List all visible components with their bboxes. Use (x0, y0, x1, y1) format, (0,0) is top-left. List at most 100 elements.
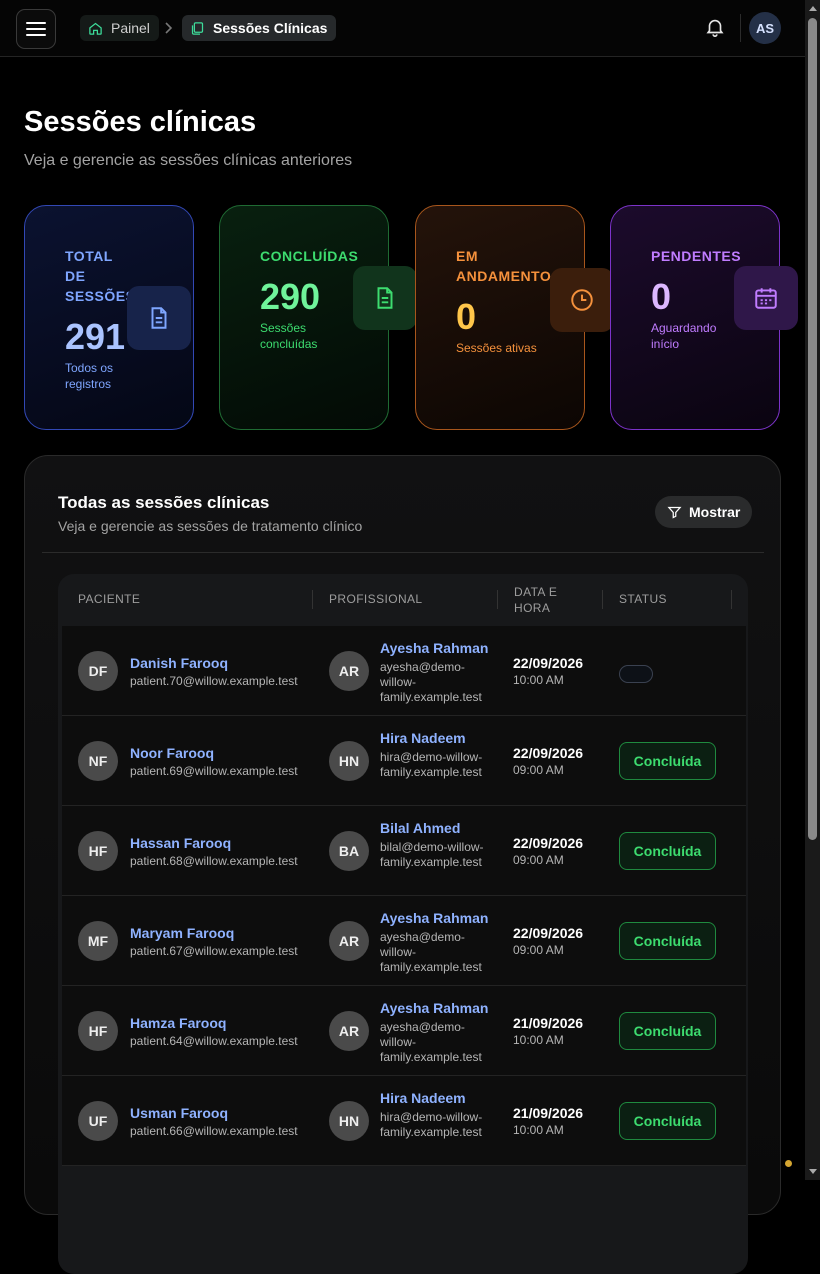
scroll-down-arrow-icon[interactable] (809, 1169, 817, 1174)
patient-email: patient.64@willow.example.test (130, 1034, 298, 1048)
document-icon (377, 287, 393, 309)
filter-button-label: Mostrar (689, 504, 741, 520)
stat-description: Sessões concluídas (260, 321, 318, 351)
professional-email: hira@demo-willow-family.example.test (380, 1110, 483, 1139)
patient-name[interactable]: Danish Farooq (130, 655, 228, 671)
table-row[interactable]: DF Danish Farooq patient.70@willow.examp… (62, 626, 746, 716)
chevron-right-icon (165, 22, 173, 34)
patient-name[interactable]: Hamza Farooq (130, 1015, 226, 1031)
breadcrumb-home-label: Painel (111, 20, 150, 36)
table-row[interactable]: HF Hassan Farooq patient.68@willow.examp… (62, 806, 746, 896)
stat-icon-box (127, 286, 191, 350)
stat-card-total: TOTAL DE SESSÕES 291 Todos os registros (24, 205, 194, 430)
table-body: DF Danish Farooq patient.70@willow.examp… (62, 626, 746, 1166)
patient-email: patient.67@willow.example.test (130, 944, 298, 958)
session-time: 09:00 AM (513, 763, 564, 777)
stat-label: TOTAL DE SESSÕES (65, 248, 136, 304)
stat-icon-box (353, 266, 417, 330)
stat-label: CONCLUÍDAS (260, 248, 359, 264)
divider (42, 552, 764, 553)
scrollbar-thumb[interactable] (808, 18, 817, 840)
column-separator (602, 590, 603, 609)
patient-avatar: UF (78, 1101, 118, 1141)
patient-name[interactable]: Maryam Farooq (130, 925, 234, 941)
patient-email: patient.66@willow.example.test (130, 1124, 298, 1138)
professional-name[interactable]: Bilal Ahmed (380, 820, 460, 836)
stat-value: 0 (651, 276, 672, 317)
stat-label: PENDENTES (651, 248, 742, 264)
page-subtitle: Veja e gerencie as sessões clínicas ante… (24, 152, 353, 169)
patient-name[interactable]: Noor Farooq (130, 745, 214, 761)
column-separator (731, 590, 732, 609)
professional-name[interactable]: Ayesha Rahman (380, 1000, 488, 1016)
filter-icon (667, 506, 682, 519)
professional-name[interactable]: Ayesha Rahman (380, 640, 488, 656)
session-time: 10:00 AM (513, 673, 564, 687)
stat-icon-box (550, 268, 614, 332)
stat-description: Todos os registros (65, 361, 114, 391)
patient-avatar: DF (78, 651, 118, 691)
professional-name[interactable]: Hira Nadeem (380, 730, 466, 746)
stat-description: Aguardando início (651, 321, 717, 351)
filter-button[interactable]: Mostrar (655, 496, 753, 528)
user-avatar[interactable]: AS (749, 12, 781, 44)
status-badge: Concluída (619, 742, 716, 780)
sessions-subtitle: Veja e gerencie as sessões de tratamento… (58, 518, 363, 534)
top-bar: Painel Sessões Clínicas AS (0, 0, 805, 57)
status-badge: Concluída (619, 1012, 716, 1050)
column-header-datetime[interactable]: DATA E HORA (514, 584, 574, 616)
patient-name[interactable]: Usman Farooq (130, 1105, 228, 1121)
session-date: 22/09/2026 (513, 655, 584, 671)
clock-icon (571, 289, 593, 311)
patient-avatar: HF (78, 831, 118, 871)
professional-name[interactable]: Ayesha Rahman (380, 910, 488, 926)
table-row[interactable]: UF Usman Farooq patient.66@willow.exampl… (62, 1076, 746, 1166)
patient-email: patient.70@willow.example.test (130, 674, 298, 688)
documents-icon (191, 21, 204, 35)
stat-value: 291 (65, 316, 126, 357)
menu-button[interactable] (16, 9, 56, 49)
status-badge: Concluída (619, 832, 716, 870)
patient-avatar: HF (78, 1011, 118, 1051)
column-header-patient[interactable]: PACIENTE (78, 591, 140, 607)
stat-card-completed: CONCLUÍDAS 290 Sessões concluídas (219, 205, 417, 430)
scroll-up-arrow-icon[interactable] (809, 6, 817, 11)
professional-email: ayesha@demo-willow-family.example.test (380, 660, 482, 704)
table-row[interactable]: MF Maryam Farooq patient.67@willow.examp… (62, 896, 746, 986)
breadcrumb-current[interactable]: Sessões Clínicas (182, 15, 337, 41)
professional-avatar: BA (329, 831, 369, 871)
status-badge: Concluída (619, 922, 716, 960)
professional-email: ayesha@demo-willow-family.example.test (380, 930, 482, 974)
session-date: 22/09/2026 (513, 745, 584, 761)
stat-value: 290 (260, 276, 321, 317)
session-date: 22/09/2026 (513, 835, 584, 851)
session-time: 09:00 AM (513, 853, 564, 867)
professional-email: hira@demo-willow-family.example.test (380, 750, 483, 779)
stat-value: 0 (456, 296, 477, 337)
divider (740, 14, 741, 42)
session-date: 21/09/2026 (513, 1105, 584, 1121)
sessions-table: PACIENTE PROFISSIONAL DATA E HORA STATUS… (58, 574, 748, 1274)
professional-name[interactable]: Hira Nadeem (380, 1090, 466, 1106)
column-separator (312, 590, 313, 609)
stat-description: Sessões ativas (456, 341, 537, 355)
patient-email: patient.69@willow.example.test (130, 764, 298, 778)
professional-avatar: HN (329, 1101, 369, 1141)
session-time: 10:00 AM (513, 1123, 564, 1137)
patient-name[interactable]: Hassan Farooq (130, 835, 231, 851)
column-header-status[interactable]: STATUS (619, 591, 667, 607)
page-scrollbar[interactable] (805, 0, 820, 1180)
hamburger-icon (26, 22, 46, 36)
bell-icon[interactable] (704, 16, 726, 38)
stat-card-pending: PENDENTES 0 Aguardando início (610, 205, 798, 430)
column-header-professional[interactable]: PROFISSIONAL (329, 591, 423, 607)
breadcrumb-home[interactable]: Painel (80, 15, 159, 41)
table-row[interactable]: NF Noor Farooq patient.69@willow.example… (62, 716, 746, 806)
table-row[interactable]: HF Hamza Farooq patient.64@willow.exampl… (62, 986, 746, 1076)
patient-email: patient.68@willow.example.test (130, 854, 298, 868)
professional-avatar: HN (329, 741, 369, 781)
sessions-title: Todas as sessões clínicas (58, 493, 270, 512)
breadcrumb-current-label: Sessões Clínicas (213, 20, 328, 36)
professional-avatar: AR (329, 1011, 369, 1051)
professional-email: ayesha@demo-willow-family.example.test (380, 1020, 482, 1064)
